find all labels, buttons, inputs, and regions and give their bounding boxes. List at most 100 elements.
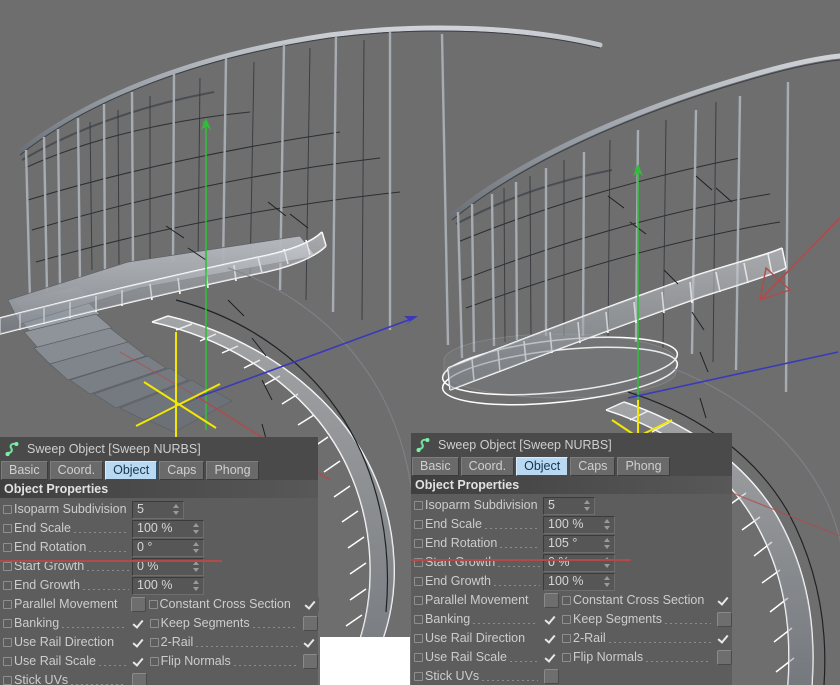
animation-track-icon[interactable] bbox=[3, 505, 12, 514]
tab-coord[interactable]: Coord. bbox=[460, 457, 515, 476]
checkbox-checked-icon[interactable] bbox=[544, 612, 559, 627]
checkbox-checked-icon[interactable] bbox=[544, 631, 559, 646]
spinner-arrows-icon[interactable] bbox=[172, 503, 181, 516]
input-end-growth[interactable]: 100 % bbox=[543, 572, 615, 591]
checkbox-use-rail-scale[interactable]: Use Rail Scale bbox=[411, 650, 559, 665]
animation-track-icon[interactable] bbox=[3, 657, 12, 666]
tab-phong[interactable]: Phong bbox=[206, 461, 259, 480]
checkbox-unchecked-icon[interactable] bbox=[544, 593, 559, 608]
checkbox-use-rail-direction[interactable]: Use Rail Direction bbox=[0, 635, 147, 650]
animation-track-icon[interactable] bbox=[414, 634, 423, 643]
spinner-arrows-icon[interactable] bbox=[603, 575, 612, 588]
animation-track-icon[interactable] bbox=[414, 596, 423, 605]
checkbox-row: Banking Keep Segments bbox=[0, 614, 318, 633]
animation-track-icon[interactable] bbox=[3, 676, 12, 685]
checkbox-checked-icon[interactable] bbox=[544, 650, 559, 665]
tab-basic[interactable]: Basic bbox=[1, 461, 48, 480]
animation-track-icon[interactable] bbox=[414, 577, 423, 586]
checkbox-use-rail-scale[interactable]: Use Rail Scale bbox=[0, 654, 147, 669]
animation-track-icon[interactable] bbox=[149, 619, 159, 628]
checkbox-parallel-movement[interactable]: Parallel Movement bbox=[411, 593, 559, 608]
checkbox-banking[interactable]: Banking bbox=[0, 616, 147, 631]
leader-dots bbox=[484, 518, 540, 531]
checkbox-unchecked-icon[interactable] bbox=[717, 650, 732, 665]
leader-dots bbox=[83, 579, 129, 592]
input-isoparm-subdivision[interactable]: 5 bbox=[543, 496, 595, 515]
input-end-rotation[interactable]: 105 ° bbox=[543, 534, 615, 553]
checkbox-checked-icon[interactable] bbox=[131, 616, 147, 631]
checkbox-checked-icon[interactable] bbox=[131, 654, 147, 669]
spinner-arrows-icon[interactable] bbox=[603, 537, 612, 550]
spinner-arrows-icon[interactable] bbox=[192, 579, 201, 592]
checkbox-unchecked-icon[interactable] bbox=[303, 616, 318, 631]
checkbox-parallel-movement[interactable]: Parallel Movement bbox=[0, 597, 146, 612]
checkbox-stick-uvs[interactable]: Stick UVs bbox=[0, 673, 147, 685]
animation-track-icon[interactable] bbox=[3, 543, 12, 552]
spinner-arrows-icon[interactable] bbox=[603, 556, 612, 569]
animation-track-icon[interactable] bbox=[562, 615, 571, 624]
tab-object[interactable]: Object bbox=[516, 457, 569, 476]
animation-track-icon[interactable] bbox=[149, 657, 159, 666]
spinner-arrows-icon[interactable] bbox=[583, 499, 592, 512]
animation-track-icon[interactable] bbox=[149, 638, 159, 647]
checkbox-unchecked-icon[interactable] bbox=[717, 612, 732, 627]
checkbox-checked-icon[interactable] bbox=[303, 597, 319, 612]
checkbox-constant-cross-section[interactable]: Constant Cross Section bbox=[559, 593, 733, 608]
animation-track-icon[interactable] bbox=[414, 539, 423, 548]
tab-caps[interactable]: Caps bbox=[570, 457, 616, 476]
animation-track-icon[interactable] bbox=[3, 638, 12, 647]
tab-coord[interactable]: Coord. bbox=[49, 461, 104, 480]
checkbox-2-rail[interactable]: 2-Rail bbox=[147, 635, 318, 650]
checkbox-unchecked-icon[interactable] bbox=[303, 654, 318, 669]
panel-tabs[interactable]: Basic Coord. Object Caps Phong bbox=[0, 461, 318, 480]
animation-track-icon[interactable] bbox=[3, 581, 12, 590]
animation-track-icon[interactable] bbox=[414, 501, 423, 510]
tab-phong[interactable]: Phong bbox=[617, 457, 670, 476]
animation-track-icon[interactable] bbox=[414, 653, 423, 662]
animation-track-icon[interactable] bbox=[3, 600, 12, 609]
animation-track-icon[interactable] bbox=[414, 672, 423, 681]
leader-dots bbox=[233, 655, 297, 668]
animation-track-icon[interactable] bbox=[562, 653, 571, 662]
checkbox-constant-cross-section[interactable]: Constant Cross Section bbox=[146, 597, 319, 612]
input-start-growth[interactable]: 0 % bbox=[543, 553, 615, 572]
input-end-scale[interactable]: 100 % bbox=[543, 515, 615, 534]
checkbox-2-rail[interactable]: 2-Rail bbox=[559, 631, 732, 646]
checkbox-label: Flip Normals bbox=[160, 654, 231, 669]
input-isoparm-subdivision[interactable]: 5 bbox=[132, 500, 184, 519]
input-end-growth[interactable]: 100 % bbox=[132, 576, 204, 595]
spinner-arrows-icon[interactable] bbox=[192, 541, 201, 554]
animation-track-icon[interactable] bbox=[562, 634, 571, 643]
panel-tabs[interactable]: Basic Coord. Object Caps Phong bbox=[411, 457, 732, 476]
tab-object[interactable]: Object bbox=[105, 461, 158, 480]
animation-track-icon[interactable] bbox=[562, 596, 571, 605]
input-end-scale[interactable]: 100 % bbox=[132, 519, 204, 538]
checkbox-unchecked-icon[interactable] bbox=[544, 669, 559, 684]
input-end-rotation[interactable]: 0 ° bbox=[132, 538, 204, 557]
animation-track-icon[interactable] bbox=[148, 600, 158, 609]
checkbox-keep-segments[interactable]: Keep Segments bbox=[559, 612, 732, 627]
animation-track-icon[interactable] bbox=[414, 615, 423, 624]
checkbox-use-rail-direction[interactable]: Use Rail Direction bbox=[411, 631, 559, 646]
checkbox-checked-icon[interactable] bbox=[303, 635, 318, 650]
spinner-arrows-icon[interactable] bbox=[192, 522, 201, 535]
input-value: 105 ° bbox=[548, 536, 578, 551]
checkbox-stick-uvs[interactable]: Stick UVs bbox=[411, 669, 559, 684]
checkbox-checked-icon[interactable] bbox=[717, 593, 733, 608]
checkbox-banking[interactable]: Banking bbox=[411, 612, 559, 627]
checkbox-keep-segments[interactable]: Keep Segments bbox=[147, 616, 318, 631]
checkbox-unchecked-icon[interactable] bbox=[131, 673, 147, 685]
animation-track-icon[interactable] bbox=[3, 619, 12, 628]
checkbox-unchecked-icon[interactable] bbox=[130, 597, 146, 612]
checkbox-flip-normals[interactable]: Flip Normals bbox=[147, 654, 318, 669]
spinner-arrows-icon[interactable] bbox=[603, 518, 612, 531]
checkbox-flip-normals[interactable]: Flip Normals bbox=[559, 650, 732, 665]
tab-basic[interactable]: Basic bbox=[412, 457, 459, 476]
checkbox-checked-icon[interactable] bbox=[131, 635, 147, 650]
section-header: Object Properties bbox=[411, 476, 732, 494]
animation-track-icon[interactable] bbox=[3, 524, 12, 533]
animation-track-icon[interactable] bbox=[3, 562, 12, 571]
checkbox-checked-icon[interactable] bbox=[717, 631, 732, 646]
animation-track-icon[interactable] bbox=[414, 520, 423, 529]
tab-caps[interactable]: Caps bbox=[159, 461, 205, 480]
